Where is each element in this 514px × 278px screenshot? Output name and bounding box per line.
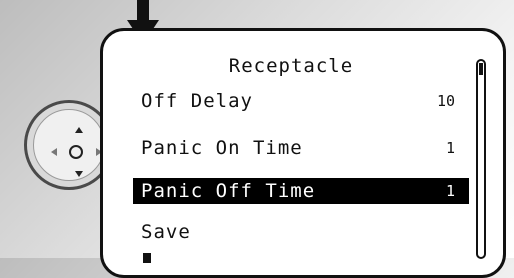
- menu-item-label: Panic On Time: [141, 137, 303, 159]
- more-indicator: [143, 253, 151, 263]
- menu-item-value: 1: [445, 139, 455, 157]
- menu-item-label: Off Delay: [141, 90, 253, 112]
- down-arrow-small-icon[interactable]: [75, 171, 83, 177]
- menu-item-value: 10: [436, 92, 455, 110]
- menu-item-label: Panic Off Time: [141, 180, 316, 202]
- up-arrow-icon[interactable]: [75, 127, 83, 133]
- menu-item-value: 1: [445, 182, 455, 200]
- scrollbar-thumb[interactable]: [479, 63, 483, 75]
- scrollbar[interactable]: [476, 59, 486, 259]
- select-button[interactable]: [69, 145, 83, 159]
- menu-item-save[interactable]: Save: [133, 219, 469, 245]
- menu-item-label: Save: [141, 221, 191, 243]
- menu-item-panic-off-time[interactable]: Panic Off Time 1: [133, 178, 469, 204]
- device-screen: Receptacle Off Delay 10 Panic On Time 1 …: [100, 28, 506, 278]
- left-arrow-icon[interactable]: [51, 148, 57, 156]
- menu-item-panic-on-time[interactable]: Panic On Time 1: [133, 135, 469, 161]
- menu-item-off-delay[interactable]: Off Delay 10: [133, 88, 469, 114]
- directional-pad-face: [33, 109, 105, 181]
- screen-title: Receptacle: [228, 55, 354, 77]
